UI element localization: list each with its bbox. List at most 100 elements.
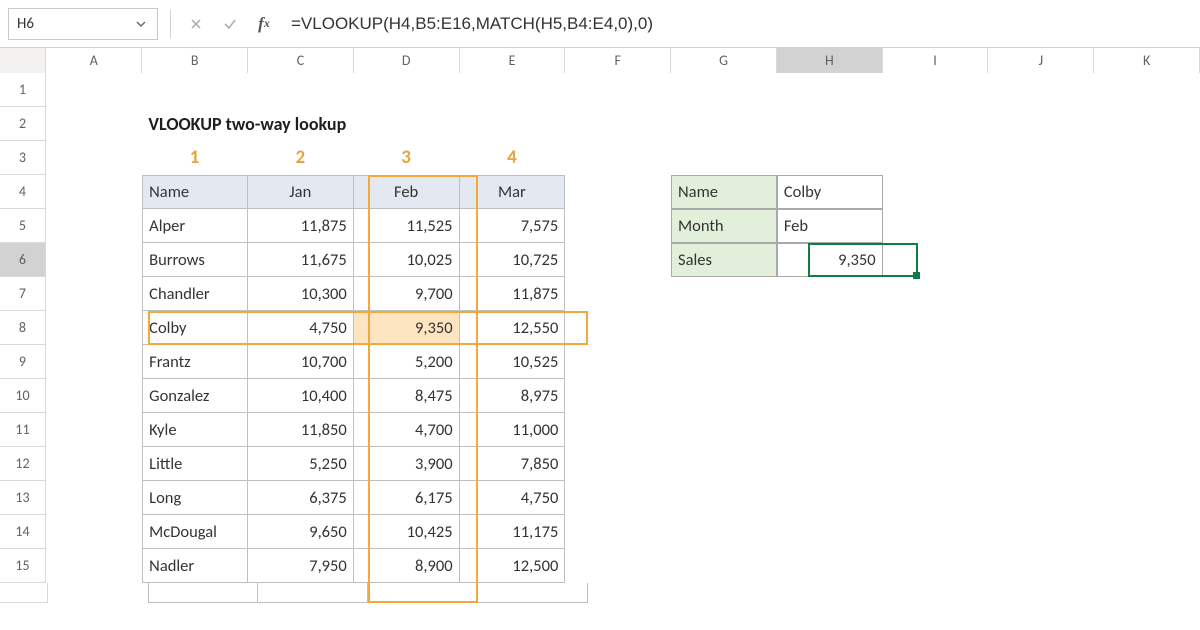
table-cell[interactable]: Chandler: [142, 277, 248, 311]
cell[interactable]: [46, 277, 142, 311]
table-cell[interactable]: 4,700: [354, 413, 460, 447]
table-cell-highlighted[interactable]: 9,350: [354, 311, 460, 345]
cell[interactable]: [46, 175, 142, 209]
col-header-k[interactable]: K: [1094, 48, 1200, 73]
table-cell[interactable]: 11,675: [248, 243, 354, 277]
table-cell[interactable]: 11,875: [460, 277, 566, 311]
cell[interactable]: [883, 481, 989, 515]
cell[interactable]: [148, 583, 258, 603]
col-header-d[interactable]: D: [354, 48, 460, 73]
table-cell[interactable]: Frantz: [142, 345, 248, 379]
table-cell[interactable]: 10,525: [460, 345, 566, 379]
table-cell[interactable]: 11,175: [460, 515, 566, 549]
cell[interactable]: [565, 277, 671, 311]
table-cell[interactable]: 11,000: [460, 413, 566, 447]
row-header[interactable]: 5: [0, 209, 46, 243]
row-header[interactable]: 2: [0, 107, 46, 141]
lookup-label[interactable]: Name: [671, 175, 777, 209]
table-cell[interactable]: 10,700: [248, 345, 354, 379]
cell[interactable]: [777, 447, 883, 481]
cell[interactable]: [670, 107, 776, 141]
table-header[interactable]: Name: [142, 175, 248, 209]
cell[interactable]: [565, 141, 671, 175]
cell[interactable]: [883, 447, 989, 481]
cell[interactable]: [777, 345, 883, 379]
col-num[interactable]: 2: [248, 141, 354, 175]
row-header[interactable]: 7: [0, 277, 46, 311]
select-all-corner[interactable]: [0, 48, 46, 73]
cell[interactable]: [478, 583, 588, 603]
cell[interactable]: [988, 413, 1094, 447]
name-box[interactable]: H6: [8, 8, 158, 40]
cell[interactable]: [565, 481, 671, 515]
table-cell[interactable]: Kyle: [142, 413, 248, 447]
table-cell[interactable]: Gonzalez: [142, 379, 248, 413]
cell[interactable]: [1094, 447, 1200, 481]
cell[interactable]: [777, 413, 883, 447]
table-cell[interactable]: 12,500: [460, 549, 566, 583]
table-cell[interactable]: 10,725: [460, 243, 566, 277]
cell[interactable]: [1094, 311, 1200, 345]
cell[interactable]: [565, 311, 671, 345]
row-header[interactable]: 10: [0, 379, 46, 413]
lookup-value[interactable]: Colby: [777, 175, 883, 209]
col-header-h[interactable]: H: [777, 48, 883, 73]
lookup-value[interactable]: Feb: [777, 209, 883, 243]
spreadsheet-grid[interactable]: A B C D E F G H I J K 1 2: [0, 48, 1200, 630]
title-cell[interactable]: VLOOKUP two-way lookup: [142, 107, 564, 141]
table-header[interactable]: Mar: [460, 175, 566, 209]
col-header-f[interactable]: F: [565, 48, 671, 73]
table-cell[interactable]: 7,950: [248, 549, 354, 583]
cell[interactable]: [883, 379, 989, 413]
cell[interactable]: [258, 583, 368, 603]
cell[interactable]: [988, 243, 1094, 277]
cell[interactable]: [1094, 175, 1200, 209]
cell[interactable]: [883, 277, 989, 311]
lookup-label[interactable]: Sales: [671, 243, 777, 277]
cell[interactable]: [671, 447, 777, 481]
cell[interactable]: [671, 311, 777, 345]
cell[interactable]: [48, 583, 148, 603]
table-header[interactable]: Jan: [248, 175, 354, 209]
cell[interactable]: [777, 277, 883, 311]
cell[interactable]: [46, 141, 142, 175]
cell[interactable]: [988, 73, 1094, 107]
cell[interactable]: [988, 209, 1094, 243]
table-cell[interactable]: 5,250: [248, 447, 354, 481]
cell[interactable]: [988, 277, 1094, 311]
col-num[interactable]: 3: [354, 141, 460, 175]
cell[interactable]: [883, 311, 989, 345]
table-cell[interactable]: 3,900: [354, 447, 460, 481]
cell[interactable]: [1094, 345, 1200, 379]
table-cell[interactable]: 10,400: [248, 379, 354, 413]
row-header[interactable]: 14: [0, 515, 46, 549]
table-header[interactable]: Feb: [354, 175, 460, 209]
cell[interactable]: [883, 345, 989, 379]
cell[interactable]: [777, 549, 883, 583]
col-header-a[interactable]: A: [46, 48, 142, 73]
cell[interactable]: [1094, 379, 1200, 413]
table-cell[interactable]: 12,550: [460, 311, 566, 345]
cell[interactable]: [671, 277, 777, 311]
col-num[interactable]: 1: [142, 141, 248, 175]
cell[interactable]: [988, 107, 1094, 141]
cell[interactable]: [1094, 277, 1200, 311]
cell[interactable]: [671, 345, 777, 379]
lookup-label[interactable]: Month: [671, 209, 777, 243]
cell[interactable]: [46, 515, 142, 549]
col-header-c[interactable]: C: [248, 48, 354, 73]
row-header[interactable]: 13: [0, 481, 46, 515]
cell[interactable]: [565, 73, 671, 107]
cell[interactable]: [46, 73, 142, 107]
table-cell[interactable]: Burrows: [142, 243, 248, 277]
cell[interactable]: [142, 73, 248, 107]
cell[interactable]: [883, 243, 989, 277]
col-header-b[interactable]: B: [142, 48, 248, 73]
cell[interactable]: [368, 583, 478, 603]
cell[interactable]: [1094, 549, 1200, 583]
cell[interactable]: [565, 413, 671, 447]
table-cell[interactable]: 7,575: [460, 209, 566, 243]
cell[interactable]: [46, 311, 142, 345]
table-cell[interactable]: Alper: [142, 209, 248, 243]
table-cell[interactable]: 8,900: [354, 549, 460, 583]
